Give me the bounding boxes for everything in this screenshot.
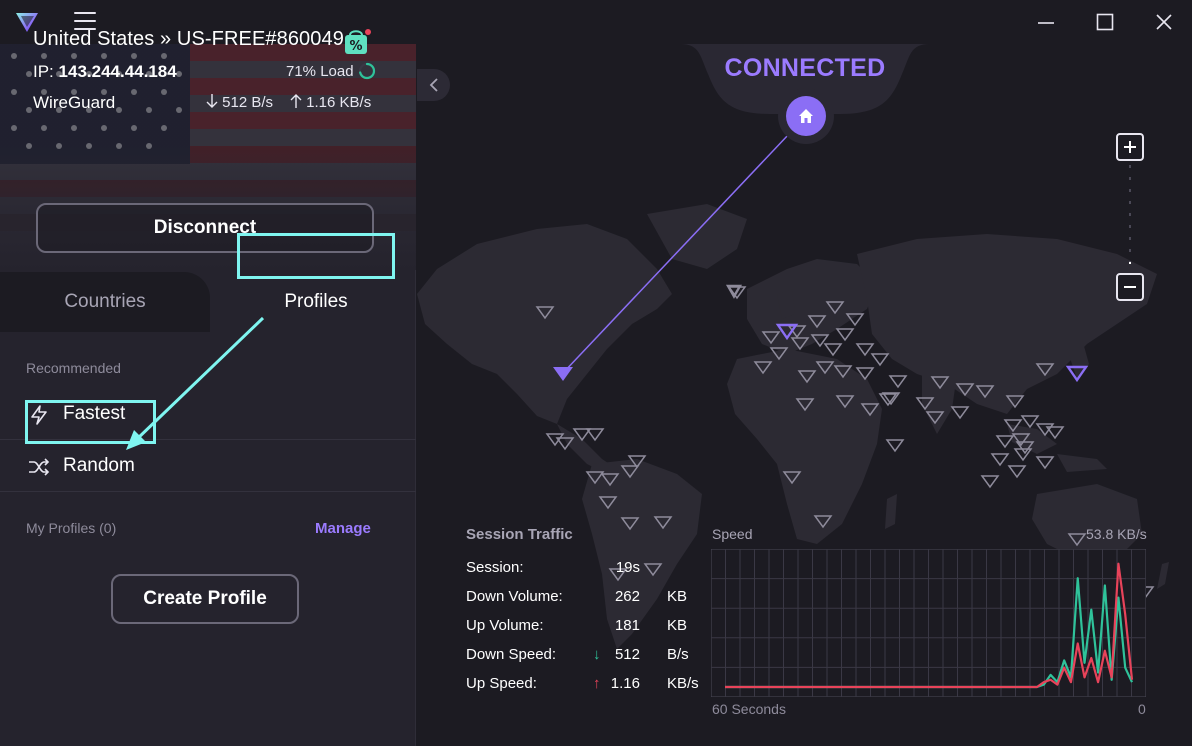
manage-profiles-link[interactable]: Manage (315, 520, 371, 537)
traffic-key: Down Speed: (466, 646, 557, 663)
discount-tag-icon[interactable]: % (342, 28, 372, 56)
traffic-key: Up Speed: (466, 675, 537, 692)
connection-status: CONNECTED (724, 54, 886, 82)
recommended-label: Recommended (26, 360, 121, 376)
zoom-in-button[interactable] (1116, 133, 1144, 161)
speed-axis-left: 60 Seconds (712, 701, 786, 717)
ip-address: IP: 143.244.44.184 (33, 62, 177, 81)
zoom-out-button[interactable] (1116, 273, 1144, 301)
annotation-box-profiles (237, 233, 395, 279)
svg-text:%: % (349, 39, 362, 54)
traffic-unit: KB/s (667, 675, 699, 692)
sidebar-panel: Disconnect Countries Profiles Recommende… (0, 44, 416, 746)
speed-chart-max: 53.8 KB/s (1086, 526, 1147, 542)
speed-chart-title: Speed (712, 526, 753, 542)
annotation-box-random (25, 400, 156, 444)
protocol: WireGuard (33, 93, 116, 112)
chevron-left-icon (429, 78, 438, 92)
speed-chart (711, 549, 1146, 697)
traffic-unit: B/s (667, 646, 689, 663)
speed-axis-right: 0 (1138, 701, 1146, 717)
traffic-row: Down Volume: 262 KB (466, 588, 706, 608)
load-ring-icon (358, 62, 376, 80)
plus-icon (1124, 141, 1136, 153)
tab-bar: Countries Profiles (0, 272, 416, 332)
shuffle-icon (29, 458, 50, 476)
traffic-unit: KB (667, 588, 688, 605)
collapse-sidebar-button[interactable] (417, 69, 450, 101)
traffic-key: Session: (466, 559, 524, 576)
server-load: 71% Load (286, 63, 354, 80)
arrow-down-icon: ↓ (593, 646, 601, 663)
traffic-value: 1.16 (610, 675, 640, 692)
traffic-value: 181 (614, 617, 640, 634)
tab-profiles[interactable]: Profiles (216, 272, 416, 332)
traffic-value: 512 (614, 646, 640, 663)
traffic-key: Down Volume: (466, 588, 563, 605)
traffic-key: Up Volume: (466, 617, 544, 634)
profile-random[interactable]: Random (0, 440, 416, 492)
server-name: United States » US-FREE#860049 (33, 28, 344, 50)
minus-icon (1124, 286, 1136, 288)
home-icon (799, 109, 813, 123)
traffic-unit: KB (667, 617, 688, 634)
home-location-pin (778, 88, 834, 144)
zoom-slider-track[interactable] (1129, 165, 1131, 265)
minimize-icon[interactable] (1026, 8, 1066, 36)
traffic-row: Session: 19s (466, 559, 706, 579)
home-button[interactable] (786, 96, 826, 136)
arrow-up-icon: ↑ (593, 675, 601, 692)
upload-rate: 1.16 KB/s (290, 93, 371, 111)
arrow-down-icon (206, 94, 218, 108)
ip-value: 143.244.44.184 (58, 62, 177, 81)
traffic-row: Up Volume: 181 KB (466, 617, 706, 637)
arrow-up-icon (290, 94, 302, 108)
traffic-row: Down Speed: ↓ 512 B/s (466, 646, 706, 666)
traffic-value: 262 (614, 588, 640, 605)
tab-countries[interactable]: Countries (0, 272, 210, 332)
my-profiles-label: My Profiles (0) (26, 520, 117, 536)
create-profile-button[interactable]: Create Profile (111, 574, 299, 624)
maximize-icon[interactable] (1085, 8, 1125, 36)
traffic-value: 19s (615, 559, 640, 576)
session-traffic-title: Session Traffic (466, 526, 573, 543)
close-icon[interactable] (1144, 8, 1184, 36)
download-rate: 512 B/s (206, 93, 273, 111)
traffic-row: Up Speed: ↑ 1.16 KB/s (466, 675, 706, 695)
profile-random-label: Random (63, 454, 135, 476)
